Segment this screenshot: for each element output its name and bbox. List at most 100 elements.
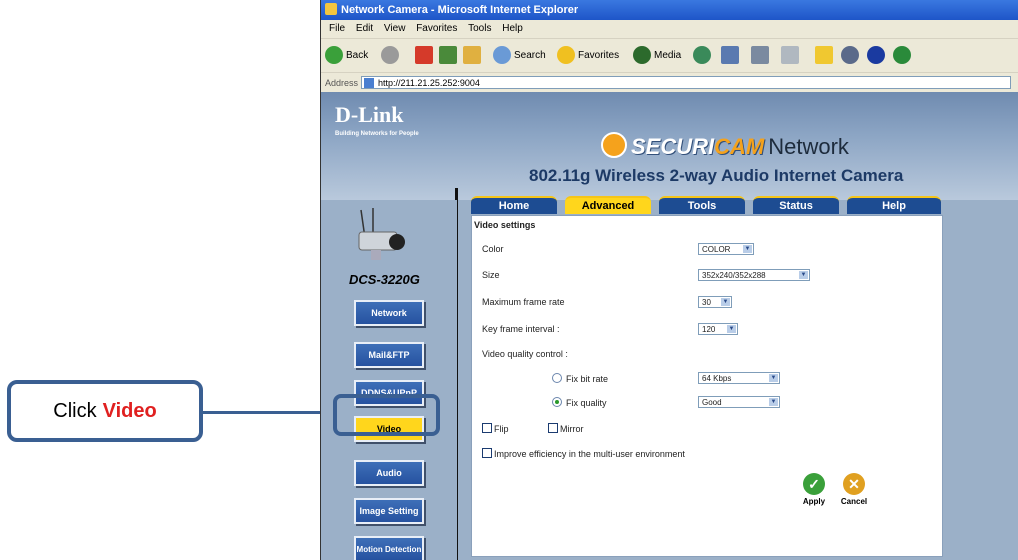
- tab-bar: Home Advanced Tools Status Help: [471, 196, 945, 214]
- securicam-part-b: CAM: [714, 134, 765, 159]
- star-icon: [557, 46, 575, 64]
- messenger-icon: [841, 46, 859, 64]
- securicam-part-c: Network: [768, 134, 849, 159]
- nav-network[interactable]: Network: [354, 300, 424, 326]
- callout-text: Click: [53, 399, 97, 422]
- users-button[interactable]: [893, 46, 914, 64]
- cancel-button[interactable]: ✕ Cancel: [834, 473, 874, 506]
- messenger-button[interactable]: [841, 46, 862, 64]
- quality-select[interactable]: Good ▼: [698, 396, 780, 408]
- bluetooth-button[interactable]: [867, 46, 888, 64]
- tab-status[interactable]: Status: [753, 196, 839, 214]
- search-button[interactable]: Search: [493, 46, 546, 64]
- dlink-tagline: Building Networks for People: [335, 131, 419, 137]
- back-button[interactable]: Back: [325, 46, 368, 64]
- address-input[interactable]: http://211.21.25.252:9004: [361, 76, 1011, 89]
- radio-selected-icon: [552, 397, 562, 407]
- apply-button[interactable]: ✓ Apply: [796, 473, 832, 506]
- fix-quality-label: Fix quality: [566, 398, 607, 408]
- media-label: Media: [654, 49, 682, 61]
- video-highlight-box: [333, 394, 440, 436]
- bitrate-select[interactable]: 64 Kbps ▼: [698, 372, 780, 384]
- mail-button[interactable]: [721, 46, 742, 64]
- color-label: Color: [482, 244, 504, 254]
- chevron-down-icon: ▼: [769, 374, 778, 382]
- print-button[interactable]: [751, 46, 772, 64]
- callout-highlight: Video: [102, 399, 157, 422]
- video-settings-panel: Video settings Color COLOR ▼ Size 352x240…: [471, 215, 943, 557]
- max-fps-value: 30: [702, 298, 711, 307]
- bluetooth-icon: [867, 46, 885, 64]
- home-button[interactable]: [463, 46, 484, 64]
- keyframe-select[interactable]: 120 ▼: [698, 323, 738, 335]
- tab-advanced[interactable]: Advanced: [565, 196, 651, 214]
- menu-file[interactable]: File: [329, 23, 345, 34]
- address-bar: Address http://211.21.25.252:9004: [321, 72, 1018, 93]
- size-select[interactable]: 352x240/352x288 ▼: [698, 269, 810, 281]
- max-fps-select[interactable]: 30 ▼: [698, 296, 732, 308]
- size-value: 352x240/352x288: [702, 271, 766, 280]
- checkbox-icon: [482, 423, 492, 433]
- multiuser-label: Improve efficiency in the multi-user env…: [494, 449, 685, 459]
- nav-image-setting[interactable]: Image Setting: [354, 498, 424, 524]
- menu-help[interactable]: Help: [502, 23, 523, 34]
- nav-audio[interactable]: Audio: [354, 460, 424, 486]
- max-fps-label: Maximum frame rate: [482, 297, 565, 307]
- forward-arrow-icon: [381, 46, 399, 64]
- tab-tools[interactable]: Tools: [659, 196, 745, 214]
- menu-tools[interactable]: Tools: [468, 23, 491, 34]
- tab-home[interactable]: Home: [471, 196, 557, 214]
- size-label: Size: [482, 270, 500, 280]
- dlink-logo: D-Link: [335, 102, 404, 127]
- mirror-checkbox[interactable]: Mirror: [548, 423, 584, 434]
- history-button[interactable]: [693, 46, 714, 64]
- back-label: Back: [346, 49, 369, 61]
- chevron-down-icon: ▼: [743, 245, 752, 253]
- section-title: Video settings: [474, 220, 536, 230]
- mirror-label: Mirror: [560, 424, 584, 434]
- edit-button[interactable]: [781, 46, 802, 64]
- flip-checkbox[interactable]: Flip: [482, 423, 509, 434]
- favorites-label: Favorites: [578, 49, 620, 61]
- keyframe-label: Key frame interval :: [482, 324, 560, 334]
- ie-icon: [325, 3, 337, 15]
- multiuser-checkbox[interactable]: Improve efficiency in the multi-user env…: [482, 448, 685, 459]
- fix-bitrate-radio[interactable]: Fix bit rate: [552, 373, 608, 384]
- print-icon: [751, 46, 769, 64]
- refresh-button[interactable]: [439, 46, 460, 64]
- forward-button[interactable]: [381, 46, 402, 64]
- tab-help[interactable]: Help: [847, 196, 941, 214]
- menu-favorites[interactable]: Favorites: [416, 23, 457, 34]
- page-icon: [364, 78, 374, 88]
- back-arrow-icon: [325, 46, 343, 64]
- media-button[interactable]: Media: [633, 46, 681, 64]
- nav-motion-detection[interactable]: Motion Detection: [354, 536, 424, 560]
- keyframe-value: 120: [702, 325, 716, 334]
- instruction-callout: Click Video: [7, 380, 203, 442]
- camera-image: [358, 208, 405, 260]
- title-bar: Network Camera - Microsoft Internet Expl…: [321, 0, 1018, 20]
- flip-label: Flip: [494, 424, 509, 434]
- quality-value: Good: [702, 398, 722, 407]
- securicam-logo: SECURICAM Network: [601, 132, 849, 160]
- stop-button[interactable]: [415, 46, 436, 64]
- chevron-down-icon: ▼: [769, 398, 778, 406]
- folder-button[interactable]: [815, 46, 836, 64]
- menu-bar: File Edit View Favorites Tools Help: [321, 20, 1018, 38]
- check-icon: ✓: [803, 473, 825, 495]
- close-icon: ✕: [843, 473, 865, 495]
- browser-window: Network Camera - Microsoft Internet Expl…: [320, 0, 1018, 560]
- nav-mail-ftp[interactable]: Mail&FTP: [354, 342, 424, 368]
- chevron-down-icon: ▼: [721, 298, 730, 306]
- menu-view[interactable]: View: [384, 23, 406, 34]
- color-value: COLOR: [702, 245, 731, 254]
- product-subtitle: 802.11g Wireless 2-way Audio Internet Ca…: [529, 166, 904, 185]
- color-select[interactable]: COLOR ▼: [698, 243, 754, 255]
- web-page: D-Link Building Networks for People SECU…: [321, 92, 1018, 560]
- favorites-button[interactable]: Favorites: [557, 46, 619, 64]
- quality-control-label: Video quality control :: [482, 349, 568, 359]
- menu-edit[interactable]: Edit: [356, 23, 373, 34]
- history-icon: [693, 46, 711, 64]
- sidebar: DCS-3220G Network Mail&FTP DDNS&UPnP Vid…: [321, 200, 457, 560]
- fix-quality-radio[interactable]: Fix quality: [552, 397, 607, 408]
